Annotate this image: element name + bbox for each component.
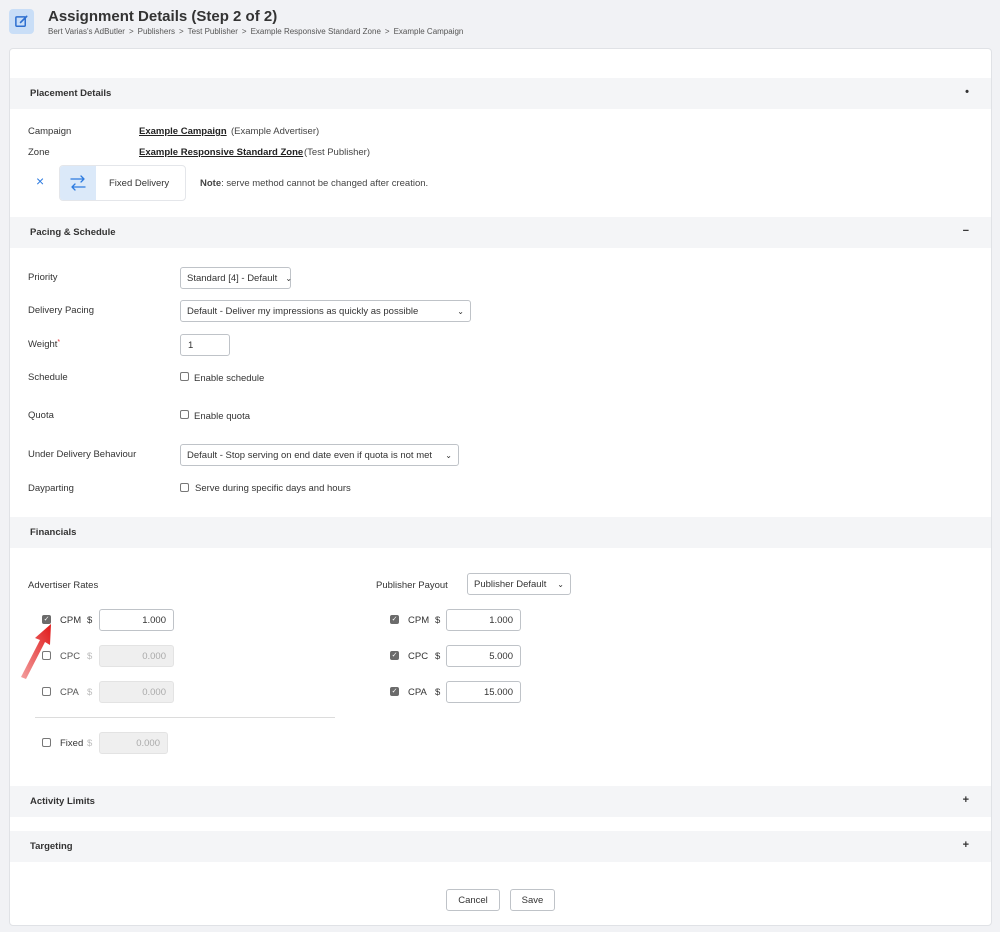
section-title: Financials xyxy=(30,527,77,538)
breadcrumb: Bert Varias's AdButler > Publishers > Test P… xyxy=(48,27,464,36)
advertiser-cpm-label: CPM xyxy=(60,615,82,626)
weight-input[interactable]: 1 xyxy=(180,334,230,356)
currency-symbol: $ xyxy=(435,615,441,626)
chevron-down-icon: ⌄ xyxy=(445,450,452,460)
breadcrumb-item[interactable]: Publishers xyxy=(138,27,175,36)
section-placement-details[interactable]: Placement Details • xyxy=(10,78,991,109)
zone-owner: (Test Publisher) xyxy=(304,147,370,158)
campaign-label: Campaign xyxy=(28,126,72,137)
currency-symbol: $ xyxy=(87,738,93,749)
publisher-cpc-input[interactable]: 5.000 xyxy=(446,645,521,667)
priority-label: Priority xyxy=(28,272,58,283)
edit-icon xyxy=(9,9,34,34)
zone-label: Zone xyxy=(28,147,50,158)
section-targeting[interactable]: Targeting + xyxy=(10,831,991,862)
publisher-cpc-label: CPC xyxy=(408,651,429,662)
serve-method-card: Fixed Delivery xyxy=(59,165,186,201)
chevron-down-icon: ⌄ xyxy=(457,306,464,316)
publisher-cpm-label: CPM xyxy=(408,615,430,626)
chevron-down-icon: ⌄ xyxy=(557,579,564,589)
cancel-button[interactable]: Cancel xyxy=(446,889,500,911)
breadcrumb-item[interactable]: Example Responsive Standard Zone xyxy=(251,27,381,36)
fixed-checkbox[interactable] xyxy=(42,738,51,747)
schedule-label: Schedule xyxy=(28,372,68,383)
delivery-pacing-select[interactable]: Default - Deliver my impressions as quic… xyxy=(180,300,471,322)
divider xyxy=(35,717,335,718)
publisher-cpm-checkbox[interactable]: ✓ xyxy=(390,615,399,624)
fixed-label: Fixed xyxy=(60,738,84,749)
serve-method-label: Fixed Delivery xyxy=(109,178,170,189)
section-activity-limits[interactable]: Activity Limits + xyxy=(10,786,991,817)
section-title: Targeting xyxy=(30,841,73,852)
fixed-delivery-icon xyxy=(60,166,96,200)
publisher-payout-select[interactable]: Publisher Default ⌄ xyxy=(467,573,571,595)
currency-symbol: $ xyxy=(435,651,441,662)
section-title: Placement Details xyxy=(30,88,112,99)
save-button[interactable]: Save xyxy=(510,889,555,911)
page-title: Assignment Details (Step 2 of 2) xyxy=(48,8,278,25)
advertiser-cpa-label: CPA xyxy=(60,687,79,698)
currency-symbol: $ xyxy=(87,651,93,662)
advertiser-cpm-input[interactable]: 1.000 xyxy=(99,609,174,631)
collapse-minus-icon[interactable]: − xyxy=(963,225,969,237)
currency-symbol: $ xyxy=(87,615,93,626)
publisher-cpa-checkbox[interactable]: ✓ xyxy=(390,687,399,696)
zone-link[interactable]: Example Responsive Standard Zone xyxy=(139,147,303,158)
advertiser-cpc-label: CPC xyxy=(60,651,81,662)
red-arrow-annotation-icon xyxy=(21,624,51,679)
dayparting-checkbox[interactable] xyxy=(180,483,189,492)
enable-quota-checkbox[interactable] xyxy=(180,410,189,419)
dayparting-label: Dayparting xyxy=(28,483,74,494)
serve-method-note: Note: serve method cannot be changed aft… xyxy=(200,178,429,189)
delivery-pacing-label: Delivery Pacing xyxy=(28,305,94,316)
publisher-payout-title: Publisher Payout xyxy=(376,580,448,591)
under-delivery-label: Under Delivery Behaviour xyxy=(28,449,137,460)
publisher-cpm-input[interactable]: 1.000 xyxy=(446,609,521,631)
section-financials[interactable]: Financials xyxy=(10,517,991,548)
campaign-link[interactable]: Example Campaign xyxy=(139,126,227,137)
currency-symbol: $ xyxy=(87,687,93,698)
weight-label: Weight* xyxy=(28,339,61,350)
breadcrumb-item[interactable]: Bert Varias's AdButler xyxy=(48,27,125,36)
dayparting-checkbox-label: Serve during specific days and hours xyxy=(195,483,351,494)
expand-plus-icon[interactable]: + xyxy=(963,839,969,851)
section-title: Pacing & Schedule xyxy=(30,227,116,238)
enable-schedule-label: Enable schedule xyxy=(194,373,265,384)
publisher-cpa-label: CPA xyxy=(408,687,427,698)
breadcrumb-item: Example Campaign xyxy=(393,27,464,36)
advertiser-rates-title: Advertiser Rates xyxy=(28,580,99,591)
under-delivery-select[interactable]: Default - Stop serving on end date even … xyxy=(180,444,459,466)
enable-quota-label: Enable quota xyxy=(194,411,250,422)
advertiser-cpa-checkbox[interactable] xyxy=(42,687,51,696)
advertiser-cpc-input[interactable]: 0.000 xyxy=(99,645,174,667)
chevron-down-icon: ⌄ xyxy=(285,273,293,283)
breadcrumb-item[interactable]: Test Publisher xyxy=(188,27,238,36)
publisher-cpc-checkbox[interactable]: ✓ xyxy=(390,651,399,660)
campaign-owner: (Example Advertiser) xyxy=(231,126,320,137)
currency-symbol: $ xyxy=(435,687,441,698)
quota-label: Quota xyxy=(28,410,54,421)
fixed-input[interactable]: 0.000 xyxy=(99,732,168,754)
expand-plus-icon[interactable]: + xyxy=(963,794,969,806)
collapse-dot-icon[interactable]: • xyxy=(965,86,969,98)
section-pacing-schedule[interactable]: Pacing & Schedule − xyxy=(10,217,991,248)
priority-select[interactable]: Standard [4] - Default ⌄ xyxy=(180,267,293,289)
close-icon[interactable]: × xyxy=(36,173,44,189)
publisher-cpa-input[interactable]: 15.000 xyxy=(446,681,521,703)
enable-schedule-checkbox[interactable] xyxy=(180,372,189,381)
section-title: Activity Limits xyxy=(30,796,95,807)
advertiser-cpa-input[interactable]: 0.000 xyxy=(99,681,174,703)
